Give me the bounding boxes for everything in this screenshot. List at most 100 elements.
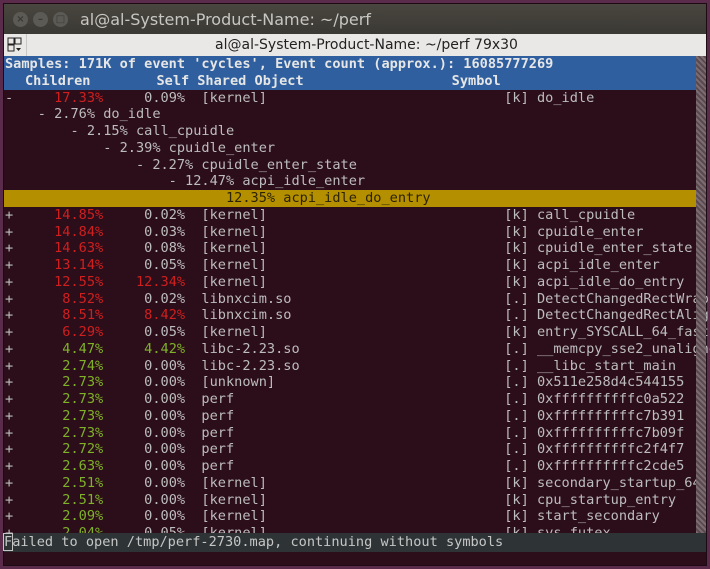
self-pct: 0.00% [103, 407, 186, 424]
expand-marker: + [5, 257, 14, 273]
entry-row[interactable]: + 2.51% 0.00% [kernel] [k] cpu_startup_e… [4, 492, 696, 509]
window-title: al@al-System-Product-Name: ~/perf [80, 9, 371, 29]
callchain-text: - 2.27% cpuidle_enter_state [5, 156, 357, 173]
expand-marker: + [5, 206, 14, 223]
shared-object: perf [185, 407, 505, 424]
callchain-item[interactable]: - 2.27% cpuidle_enter_state [4, 157, 696, 174]
callchain-text: 12.35% acpi_idle_do_entry [5, 190, 431, 206]
children-pct: 4.47% [13, 340, 104, 357]
expand-marker: + [5, 223, 14, 240]
col-children[interactable]: Children [25, 73, 90, 89]
entry-row[interactable]: + 14.63% 0.08% [kernel] [k] cpuidle_ente… [4, 240, 696, 257]
expand-marker: + [5, 307, 14, 324]
entry-row[interactable]: + 2.74% 0.00% libc-2.23.so [.] __libc_st… [4, 358, 696, 375]
symbol: [.] DetectChangedRectAlign [504, 307, 710, 324]
entry-row[interactable]: + 2.63% 0.00% perf [.] 0xffffffffffc2cde… [4, 458, 696, 475]
shared-object: perf [185, 458, 505, 474]
shared-object: [kernel] [185, 474, 505, 491]
callchain-text: - 2.39% cpuidle_enter [5, 139, 276, 156]
minimize-button[interactable]: – [33, 11, 48, 27]
children-pct: 2.73% [13, 424, 104, 441]
status-line: Failed to open /tmp/perf-2730.map, conti… [2, 533, 706, 552]
children-pct: 2.63% [13, 458, 104, 474]
children-pct: 13.14% [13, 257, 104, 273]
shared-object: perf [185, 391, 505, 407]
shared-object: libnxcim.so [185, 307, 505, 324]
col-symbol[interactable]: Symbol [452, 73, 501, 89]
entry-row[interactable]: + 4.47% 4.42% libc-2.23.so [.] __memcpy_… [4, 340, 710, 358]
column-headers: Children Self Shared Object Symbol [4, 72, 696, 90]
col-shared-object[interactable]: Shared Object [197, 73, 303, 89]
self-pct: 0.00% [103, 424, 186, 441]
expand-marker: + [5, 240, 14, 257]
report-summary: Samples: 171K of event 'cycles', Event c… [4, 56, 696, 73]
cursor: F [2, 533, 14, 551]
layout-menu-button[interactable] [4, 34, 27, 56]
entry-row[interactable]: + 2.73% 0.00% perf [.] 0xffffffffffc7b09… [4, 425, 696, 442]
symbol: [.] __memcpy_sse2_unaligne [504, 340, 710, 357]
self-pct: 0.08% [103, 240, 186, 257]
expand-marker: + [5, 324, 14, 340]
symbol: [.] 0xffffffffffc7b391 [504, 407, 685, 424]
entry-row[interactable]: + 14.85% 0.02% [kernel] [k] call_cpuidle [4, 207, 696, 224]
perf-report-view: Samples: 171K of event 'cycles', Event c… [4, 56, 710, 567]
entry-row[interactable]: + 6.29% 0.05% [kernel] [k] entry_SYSCALL… [4, 324, 710, 341]
scrollbar[interactable] [696, 56, 706, 533]
self-pct: 12.34% [103, 273, 186, 290]
self-pct: 4.42% [103, 340, 186, 357]
self-pct: 0.00% [103, 474, 186, 491]
entry-row-expanded[interactable]: - 17.33% 0.09% [kernel] [k] do_idle [4, 90, 696, 107]
children-pct: 6.29% [13, 324, 104, 340]
callchain-item-selected[interactable]: 12.35% acpi_idle_do_entry [4, 190, 696, 207]
children-pct: 17.33% [13, 89, 104, 106]
children-pct: 2.73% [13, 391, 104, 407]
shared-object: perf [185, 441, 505, 458]
expand-marker: + [5, 458, 14, 474]
col-self[interactable]: Self [156, 73, 189, 89]
grid-layout-icon [7, 37, 22, 52]
shared-object: libc-2.23.so [185, 340, 505, 357]
entry-row[interactable]: + 13.14% 0.05% [kernel] [k] acpi_idle_en… [4, 257, 696, 274]
self-pct: 0.05% [103, 324, 186, 340]
symbol: [k] do_idle [504, 89, 595, 106]
children-pct: 2.09% [13, 508, 104, 525]
shared-object: libnxcim.so [185, 290, 505, 307]
entry-row[interactable]: + 2.73% 0.00% perf [.] 0xffffffffffc0a52… [4, 391, 696, 408]
entry-row[interactable]: + 2.51% 0.00% [kernel] [k] secondary_sta… [4, 474, 701, 492]
entry-row[interactable]: + 2.09% 0.00% [kernel] [k] start_seconda… [4, 508, 696, 525]
shared-object: [kernel] [185, 324, 505, 340]
close-button[interactable]: × [13, 11, 28, 27]
expand-marker: + [5, 491, 14, 508]
callchain-item[interactable]: - 2.15% call_cpuidle [4, 123, 696, 140]
expand-marker: - [5, 89, 14, 106]
entry-row[interactable]: + 8.52% 0.02% libnxcim.so [.] DetectChan… [4, 290, 709, 308]
self-pct: 0.00% [103, 357, 186, 374]
symbol: [k] cpuidle_enter_state [504, 240, 693, 257]
symbol: [k] call_cpuidle [504, 206, 636, 223]
symbol: [k] entry_SYSCALL_64_fastp [504, 324, 710, 340]
callchain-item[interactable]: - 12.47% acpi_idle_enter [4, 173, 696, 190]
symbol: [k] acpi_idle_enter [504, 257, 660, 273]
expand-marker: + [5, 374, 14, 391]
self-pct: 0.05% [103, 257, 186, 273]
maximize-button[interactable]: □ [53, 11, 68, 27]
symbol: [.] 0xffffffffffc0a522 [504, 391, 685, 407]
shared-object: [kernel] [185, 89, 505, 106]
symbol: [k] cpuidle_enter [504, 223, 644, 240]
self-pct: 0.00% [103, 441, 186, 458]
self-pct: 0.00% [103, 458, 186, 474]
expand-marker: + [5, 340, 14, 357]
children-pct: 2.72% [13, 441, 104, 458]
entry-row[interactable]: + 2.72% 0.00% perf [.] 0xffffffffffc2f4f… [4, 441, 696, 458]
entry-row[interactable]: + 2.73% 0.00% [unknown] [.] 0x511e258d4c… [4, 374, 696, 391]
callchain-item[interactable]: - 2.39% cpuidle_enter [4, 140, 696, 157]
symbol: [k] cpu_startup_entry [504, 491, 677, 508]
entry-row[interactable]: + 12.55% 12.34% [kernel] [k] acpi_idle_d… [4, 274, 696, 291]
entry-row[interactable]: + 14.84% 0.03% [kernel] [k] cpuidle_ente… [4, 224, 696, 241]
children-pct: 14.63% [13, 240, 104, 257]
self-pct: 0.02% [103, 290, 186, 307]
callchain-item[interactable]: - 2.76% do_idle [4, 106, 696, 123]
children-pct: 2.74% [13, 357, 104, 374]
entry-row[interactable]: + 2.73% 0.00% perf [.] 0xffffffffffc7b39… [4, 408, 696, 425]
entry-row[interactable]: + 8.51% 8.42% libnxcim.so [.] DetectChan… [4, 307, 710, 324]
